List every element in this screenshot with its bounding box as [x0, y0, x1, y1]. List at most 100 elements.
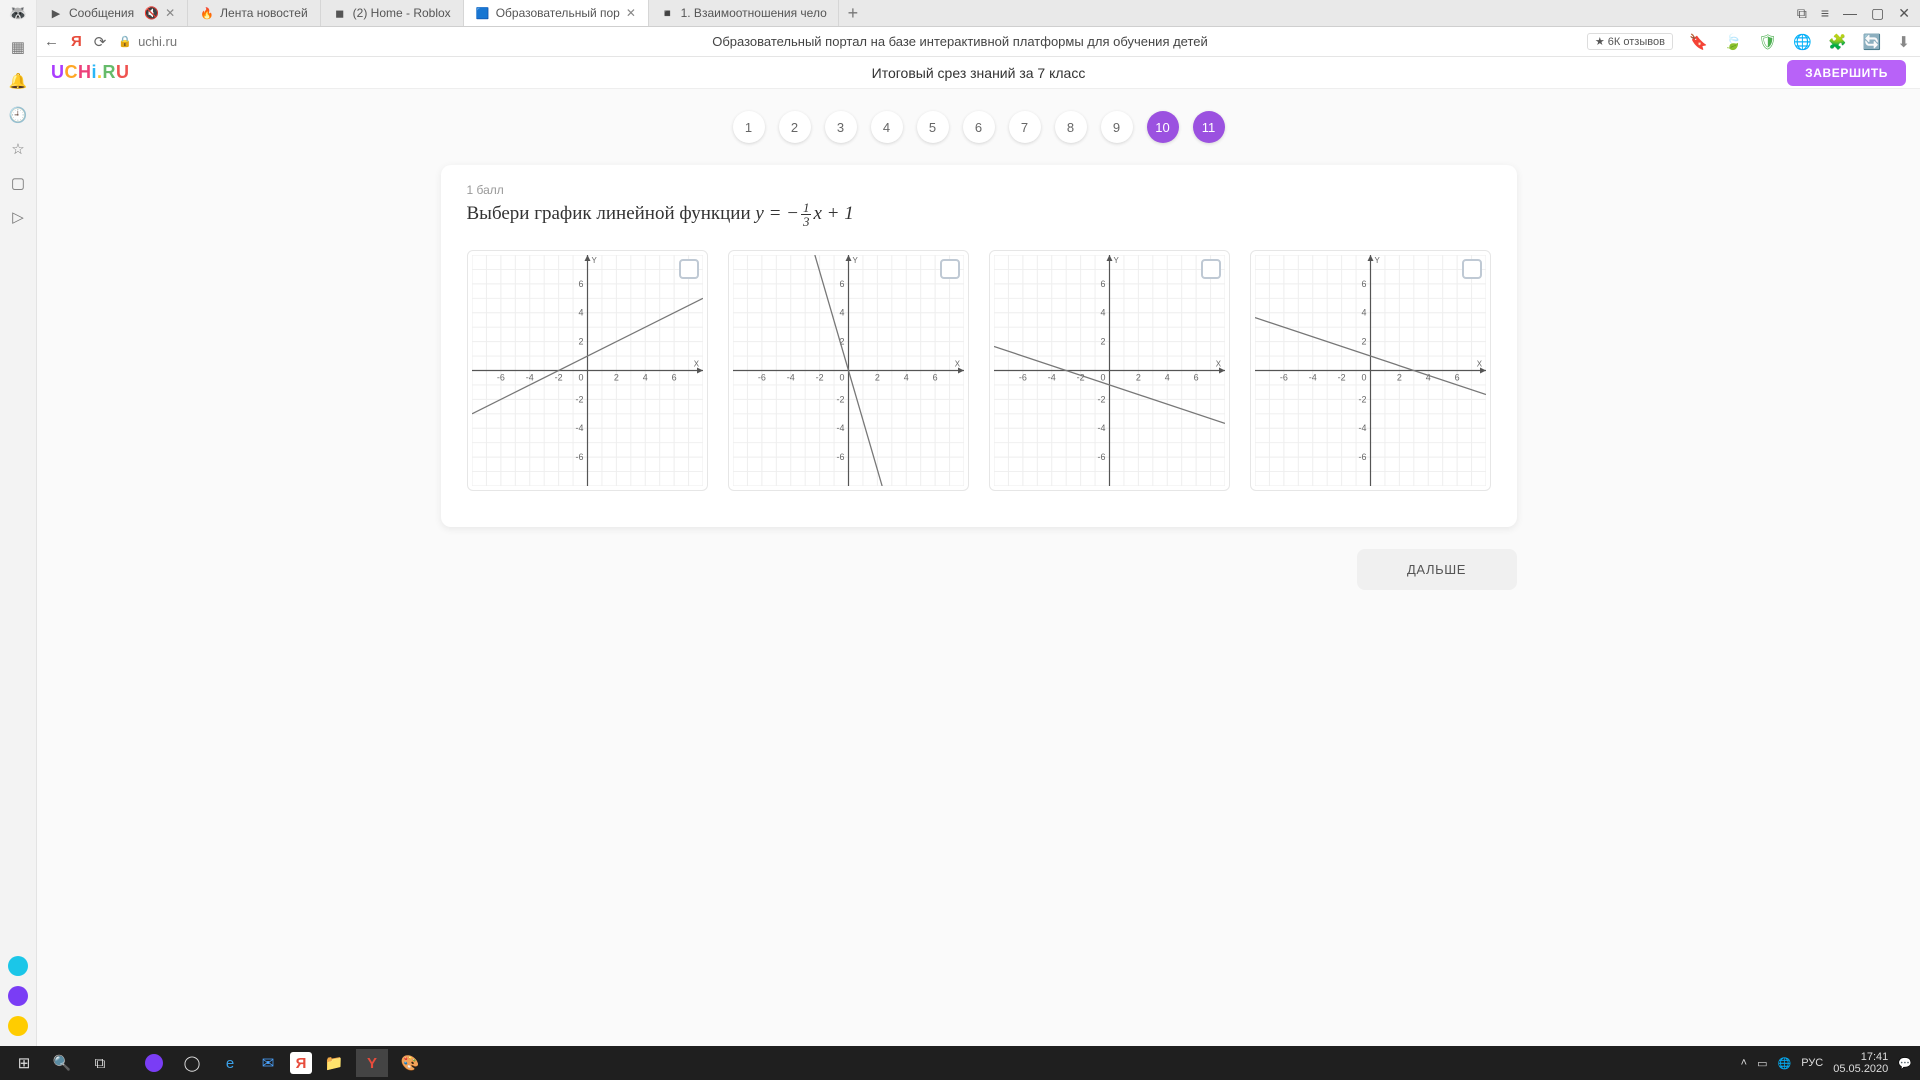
collections-icon[interactable]: ▢	[11, 174, 25, 192]
browser-tab[interactable]: 🟦 Образовательный пор✕	[464, 0, 649, 26]
pager-item[interactable]: 3	[825, 111, 857, 143]
svg-text:-6: -6	[1018, 372, 1026, 382]
sidebar-app-1-icon[interactable]	[8, 956, 28, 976]
taskbar-app2-icon[interactable]: 🎨	[394, 1049, 426, 1077]
svg-text:-6: -6	[836, 452, 844, 462]
leaf-icon[interactable]: 🍃	[1724, 33, 1743, 51]
next-button[interactable]: ДАЛЬШЕ	[1357, 549, 1517, 590]
system-tray: ˄ ▭ 🌐 РУС 17:4105.05.2020 💬	[1741, 1051, 1912, 1075]
extension-1-icon[interactable]: 🧩	[1828, 33, 1847, 51]
svg-text:4: 4	[578, 308, 583, 318]
svg-text:-2: -2	[575, 394, 583, 404]
pager-item[interactable]: 5	[917, 111, 949, 143]
svg-text:-6: -6	[1097, 452, 1105, 462]
svg-text:Y: Y	[852, 256, 858, 265]
svg-text:X: X	[1476, 360, 1482, 369]
new-tab-button[interactable]: +	[839, 0, 867, 26]
tray-tablet-icon[interactable]: ▭	[1757, 1057, 1767, 1070]
globe-icon[interactable]: 🌐	[1793, 33, 1812, 51]
lock-icon: 🔒	[118, 35, 132, 48]
browser-tab[interactable]: ◼ (2) Home - Roblox	[321, 0, 464, 26]
svg-text:6: 6	[1100, 279, 1105, 289]
titlebar-controls: ⧉ ≡ — ▢ ✕	[1787, 0, 1920, 26]
close-window-button[interactable]: ✕	[1898, 5, 1910, 22]
taskbar-yandex-disk-icon[interactable]	[138, 1049, 170, 1077]
taskbar-cortana-icon[interactable]: ◯	[176, 1049, 208, 1077]
pager-item[interactable]: 7	[1009, 111, 1041, 143]
choice-checkbox[interactable]	[1462, 259, 1482, 279]
extension-2-icon[interactable]: 🔄	[1863, 33, 1882, 51]
search-button[interactable]: 🔍	[46, 1049, 78, 1077]
answer-choice[interactable]: XY-6-6-4-4-2-22244660	[467, 250, 708, 491]
tab-close-icon[interactable]: ✕	[165, 6, 175, 20]
tray-notifications-icon[interactable]: 💬	[1898, 1057, 1912, 1070]
pager-item[interactable]: 2	[779, 111, 811, 143]
answer-choice[interactable]: XY-6-6-4-4-2-22244660	[1250, 250, 1491, 491]
pager-item[interactable]: 9	[1101, 111, 1133, 143]
question-text: Выбери график линейной функции y = −13x …	[467, 201, 1491, 228]
url-box[interactable]: 🔒 uchi.ru	[118, 34, 177, 49]
taskbar-explorer-icon[interactable]: 📁	[318, 1049, 350, 1077]
svg-text:-6: -6	[575, 452, 583, 462]
svg-text:6: 6	[1193, 372, 1198, 382]
reload-button[interactable]: ⟳	[94, 33, 107, 51]
browser-tab[interactable]: 🔥 Лента новостей	[188, 0, 321, 26]
svg-text:6: 6	[1361, 279, 1366, 289]
tray-network-icon[interactable]: 🌐	[1778, 1057, 1792, 1070]
tab-close-icon[interactable]: ✕	[626, 6, 636, 20]
star-icon[interactable]: ☆	[11, 140, 24, 158]
task-view-button[interactable]: ⧉	[84, 1049, 116, 1077]
sidebar-app-2-icon[interactable]	[8, 986, 28, 1006]
taskbar-edge-icon[interactable]: e	[214, 1049, 246, 1077]
svg-text:6: 6	[671, 372, 676, 382]
taskbar-browser-icon[interactable]: Y	[356, 1049, 388, 1077]
browser-tab[interactable]: ◾ 1. Взаимоотношения чело	[649, 0, 839, 26]
choice-checkbox[interactable]	[679, 259, 699, 279]
plot-svg: XY-6-6-4-4-2-22244660	[472, 255, 703, 486]
finish-button[interactable]: ЗАВЕРШИТЬ	[1787, 60, 1906, 86]
choice-checkbox[interactable]	[940, 259, 960, 279]
pager-item[interactable]: 10	[1147, 111, 1179, 143]
answer-choice[interactable]: XY-6-6-4-4-2-22244660	[989, 250, 1230, 491]
yandex-home-icon[interactable]: Я	[71, 33, 82, 50]
tray-language[interactable]: РУС	[1801, 1057, 1823, 1069]
pager-item[interactable]: 8	[1055, 111, 1087, 143]
answer-choice[interactable]: XY-6-6-4-4-2-22244660	[728, 250, 969, 491]
tray-clock[interactable]: 17:4105.05.2020	[1833, 1051, 1888, 1075]
pager-item[interactable]: 6	[963, 111, 995, 143]
svg-text:2: 2	[1361, 337, 1366, 347]
taskbar-app-icon[interactable]: Я	[290, 1052, 312, 1074]
minimize-button[interactable]: —	[1843, 5, 1857, 21]
browser-tab[interactable]: ▶ Сообщения🔇✕	[37, 0, 188, 26]
pager-item[interactable]: 1	[733, 111, 765, 143]
choice-checkbox[interactable]	[1201, 259, 1221, 279]
windows-taskbar: ⊞ 🔍 ⧉ ◯ e ✉ Я 📁 Y 🎨 ˄ ▭ 🌐 РУС 17:4105.05…	[0, 1046, 1920, 1080]
app-icon[interactable]: 🦝	[9, 4, 28, 22]
shield-icon[interactable]: 🛡	[1758, 33, 1777, 51]
answer-choices: XY-6-6-4-4-2-22244660XY-6-6-4-4-2-222446…	[467, 250, 1491, 491]
downloads-icon[interactable]: ⬇	[1897, 33, 1910, 51]
apps-grid-icon[interactable]: ▦	[11, 38, 25, 56]
svg-text:-4: -4	[525, 372, 533, 382]
pager-item[interactable]: 4	[871, 111, 903, 143]
tab-label: 1. Взаимоотношения чело	[681, 6, 827, 20]
taskbar-mail-icon[interactable]: ✉	[252, 1049, 284, 1077]
back-button[interactable]: ←	[44, 33, 59, 50]
maximize-button[interactable]: ▢	[1871, 5, 1884, 22]
mute-icon[interactable]: 🔇	[144, 6, 159, 20]
pager-item[interactable]: 11	[1193, 111, 1225, 143]
play-icon[interactable]: ▷	[12, 208, 24, 226]
pip-icon[interactable]: ⧉	[1797, 5, 1807, 22]
bell-icon[interactable]: 🔔	[9, 72, 28, 90]
history-icon[interactable]: 🕘	[9, 106, 28, 124]
question-pager: 123456789 10 11	[37, 89, 1920, 165]
menu-icon[interactable]: ≡	[1821, 5, 1829, 21]
reviews-badge[interactable]: ★ 6К отзывов	[1587, 33, 1673, 50]
bookmark-icon[interactable]: 🔖	[1689, 33, 1708, 51]
start-button[interactable]: ⊞	[8, 1049, 40, 1077]
site-header: UCHi.RU Итоговый срез знаний за 7 класс …	[37, 57, 1920, 89]
alice-icon[interactable]	[8, 1016, 28, 1036]
site-logo[interactable]: UCHi.RU	[51, 62, 130, 83]
tray-overflow-icon[interactable]: ˄	[1741, 1057, 1747, 1069]
svg-text:4: 4	[642, 372, 647, 382]
